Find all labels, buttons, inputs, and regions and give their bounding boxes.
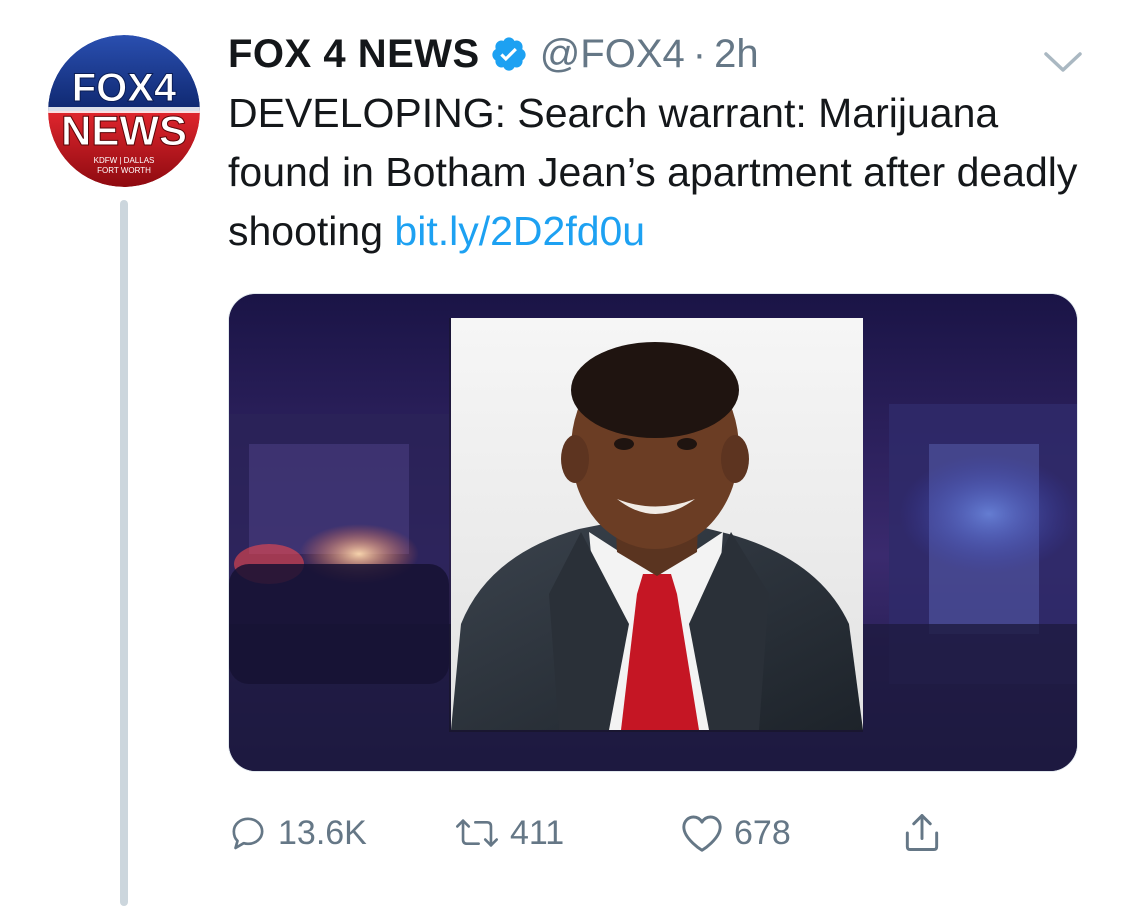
reply-count: 13.6K	[278, 813, 367, 852]
like-button[interactable]: 678	[680, 808, 791, 858]
reply-icon	[228, 813, 268, 853]
news-photo	[229, 294, 1077, 771]
media-image[interactable]	[228, 293, 1078, 772]
avatar[interactable]: FOX4 NEWS KDFW | DALLAS FORT WORTH	[48, 35, 200, 187]
share-icon	[900, 811, 944, 855]
handle[interactable]: @FOX4	[540, 32, 685, 77]
share-button[interactable]	[900, 808, 944, 858]
tweet-header: FOX 4 NEWS @FOX4 · 2h	[228, 28, 759, 80]
fox4-news-logo: FOX4 NEWS KDFW | DALLAS FORT WORTH	[48, 35, 200, 187]
timestamp[interactable]: 2h	[714, 32, 759, 77]
heart-icon	[680, 813, 724, 853]
display-name[interactable]: FOX 4 NEWS	[228, 32, 480, 77]
retweet-icon	[454, 813, 500, 853]
logo-sub-line2: FORT WORTH	[97, 166, 151, 175]
separator-dot: ·	[692, 31, 707, 76]
logo-sub-line1: KDFW | DALLAS	[94, 156, 155, 165]
logo-fox4-text: FOX4	[72, 66, 177, 110]
action-bar: 13.6K 411 678	[228, 808, 988, 858]
verified-badge-icon	[490, 35, 528, 73]
retweet-button[interactable]: 411	[454, 808, 564, 858]
tweet-text: DEVELOPING: Search warrant: Marijuana fo…	[228, 84, 1088, 261]
like-count: 678	[734, 813, 791, 852]
logo-news-text: NEWS	[61, 107, 187, 154]
chevron-down-icon[interactable]	[1040, 46, 1086, 76]
tweet-link[interactable]: bit.ly/2D2fd0u	[394, 208, 645, 254]
tweet[interactable]: FOX4 NEWS KDFW | DALLAS FORT WORTH FOX 4…	[0, 0, 1124, 906]
tweet-text-content: DEVELOPING: Search warrant: Marijuana fo…	[228, 90, 1078, 254]
thread-line	[120, 200, 128, 906]
retweet-count: 411	[510, 813, 565, 852]
reply-button[interactable]: 13.6K	[228, 808, 367, 858]
